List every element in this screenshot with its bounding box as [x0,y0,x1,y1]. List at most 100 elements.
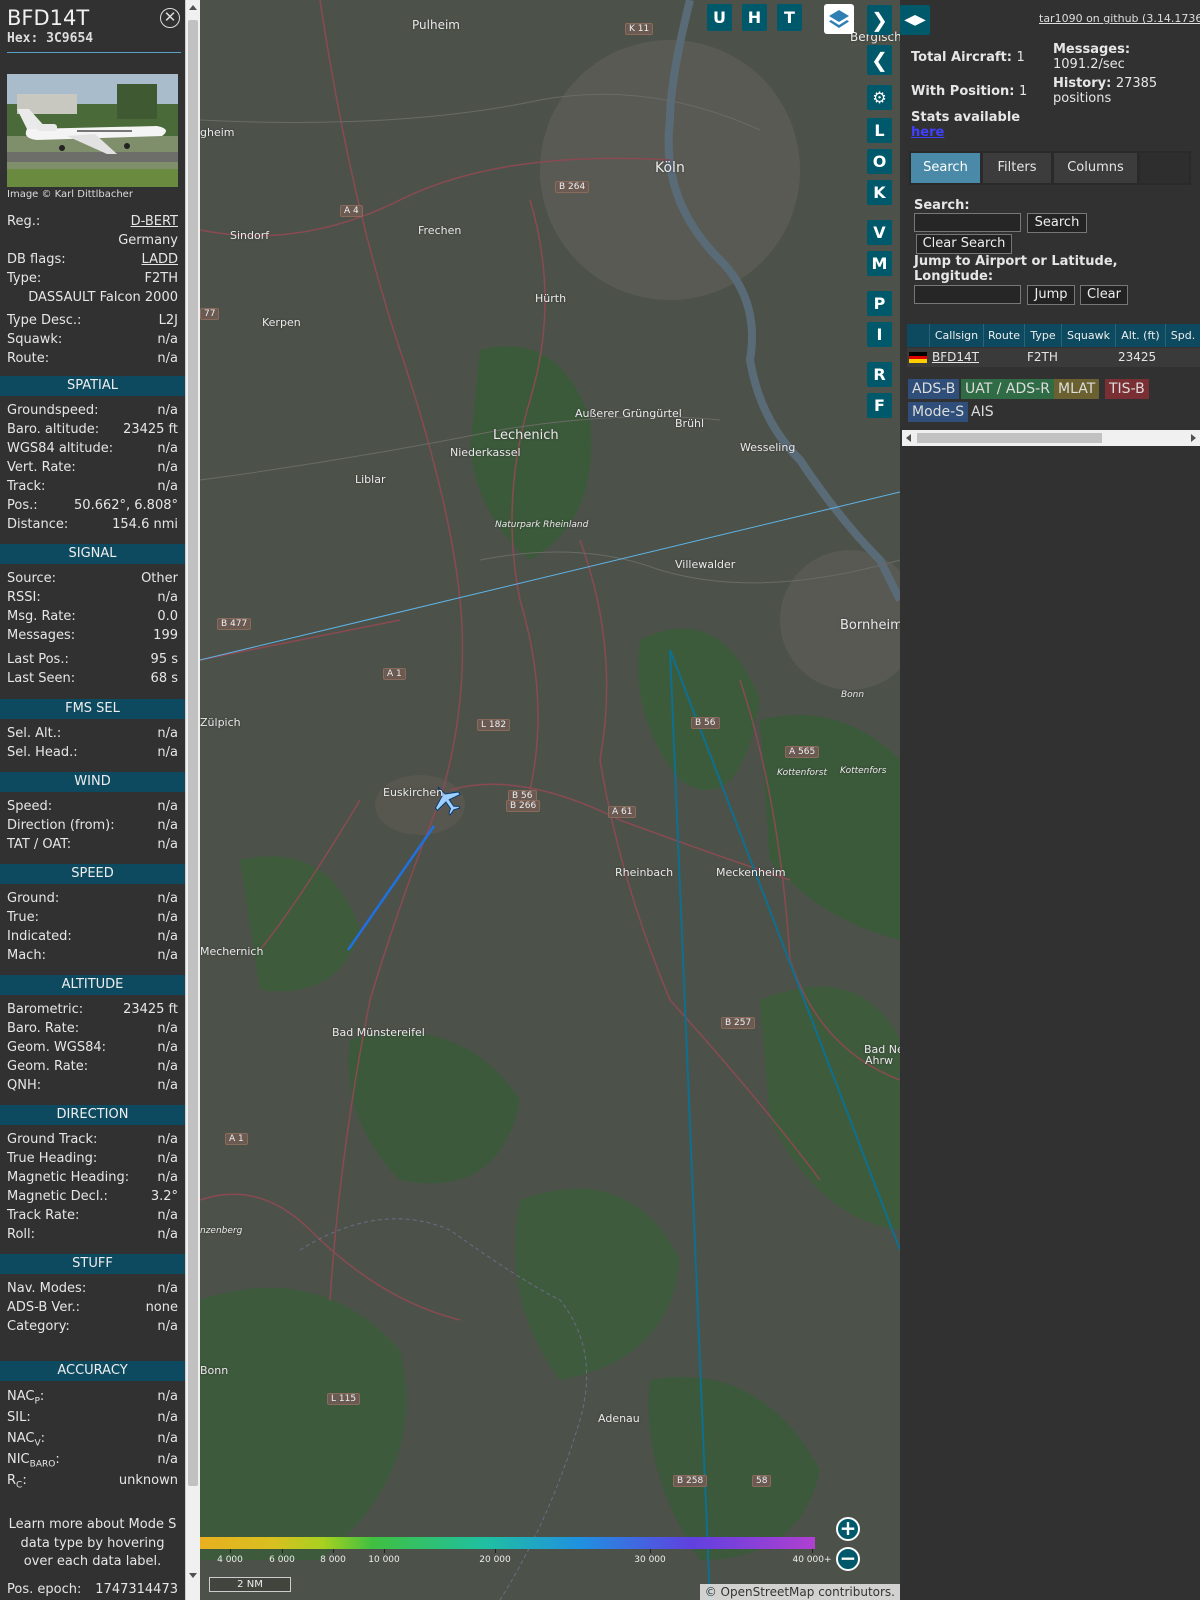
spatial-label[interactable]: Track: [7,479,45,497]
speed-row: True: n/a [7,910,178,928]
table-row[interactable]: BFD14T F2TH 23425 [907,348,1200,367]
signal-label[interactable]: Msg. Rate: [7,609,76,627]
speed-row: Mach: n/a [7,948,178,966]
clear-button[interactable]: Clear [1080,285,1128,305]
table-horizontal-scrollbar[interactable] [902,430,1200,446]
scroll-up-icon[interactable] [189,5,197,10]
map-view[interactable]: Pulheim Bergisch Köln Frechen Sindorf Kerpen H… [200,0,900,1600]
col-route[interactable]: Route [984,324,1025,347]
i-button[interactable]: I [867,322,892,347]
accuracy-label[interactable]: NICBARO: [7,1452,60,1470]
osm-link[interactable]: OpenStreetMap [721,1585,815,1599]
wind-label[interactable]: Speed: [7,799,52,817]
direction-label[interactable]: True Heading: [7,1151,97,1169]
tab-columns[interactable]: Columns [1054,153,1137,183]
speed-label[interactable]: Ground: [7,891,59,909]
speed-label[interactable]: Mach: [7,948,46,966]
spatial-label[interactable]: Distance: [7,517,68,535]
stuff-label[interactable]: Nav. Modes: [7,1281,86,1299]
accuracy-label[interactable]: NACV: [7,1431,45,1449]
h-button[interactable]: H [742,4,767,31]
label-subscript: V [34,1438,41,1449]
stuff-label[interactable]: Category: [7,1319,70,1337]
direction-label[interactable]: Magnetic Decl.: [7,1189,108,1207]
aircraft-table-header: Callsign Route Type Squawk Alt. (ft) Spd… [907,324,1200,347]
stuff-label[interactable]: ADS-B Ver.: [7,1300,80,1318]
m-button[interactable]: M [867,251,892,276]
speed-label[interactable]: True: [7,910,39,928]
zoom-in-button[interactable]: + [836,1517,860,1541]
github-link[interactable]: tar1090 on github (3.14.1736) [1039,12,1200,25]
signal-label[interactable]: Messages: [7,628,75,646]
direction-label[interactable]: Magnetic Heading: [7,1170,129,1188]
direction-label[interactable]: Ground Track: [7,1132,97,1150]
jump-input[interactable] [914,285,1021,304]
direction-label[interactable]: Roll: [7,1227,35,1245]
spatial-label[interactable]: Groundspeed: [7,403,98,421]
signal-label[interactable]: Last Pos.: [7,652,69,670]
info-panel-scrollbar[interactable] [185,0,200,1600]
r-button[interactable]: R [867,362,892,387]
clear-search-button[interactable]: Clear Search [916,234,1012,254]
u-button[interactable]: U [707,4,732,31]
speed-label[interactable]: Indicated: [7,929,72,947]
t-button[interactable]: T [777,4,802,31]
type-value: F2TH [144,271,178,286]
tab-filters[interactable]: Filters [983,153,1051,183]
altitude-label[interactable]: Geom. Rate: [7,1059,88,1077]
direction-label[interactable]: Track Rate: [7,1208,79,1226]
spatial-label[interactable]: Baro. altitude: [7,422,99,440]
spatial-label[interactable]: Pos.: [7,498,38,516]
wind-label[interactable]: Direction (from): [7,818,115,836]
search-button[interactable]: Search [1027,213,1087,233]
settings-gear-icon[interactable]: ⚙ [867,85,892,110]
chevron-right-icon[interactable]: ❯ [867,5,892,35]
spatial-label[interactable]: Vert. Rate: [7,460,76,478]
wind-label[interactable]: TAT / OAT: [7,837,71,855]
scroll-down-icon[interactable] [189,1573,197,1578]
col-callsign[interactable]: Callsign [930,324,984,347]
reg-link[interactable]: D-BERT [131,214,178,232]
layers-button[interactable] [824,4,854,34]
aircraft-photo[interactable] [7,74,178,187]
accuracy-label[interactable]: NACP: [7,1389,44,1407]
k-button[interactable]: K [867,180,892,205]
row-callsign[interactable]: BFD14T [930,348,984,367]
signal-label[interactable]: Last Seen: [7,671,75,689]
v-button[interactable]: V [867,220,892,245]
dbflags-link[interactable]: LADD [142,252,178,270]
o-button[interactable]: O [867,149,892,174]
l-button[interactable]: L [867,118,892,143]
col-flag[interactable] [907,324,930,347]
map-canvas[interactable] [200,0,900,1600]
hscroll-thumb[interactable] [917,433,1102,443]
jump-button[interactable]: Jump [1027,285,1075,305]
accuracy-label[interactable]: RC: [7,1473,27,1491]
altitude-label[interactable]: QNH: [7,1078,41,1096]
col-alt[interactable]: Alt. (ft) [1116,324,1166,347]
tab-search[interactable]: Search [911,153,980,183]
spatial-label[interactable]: WGS84 altitude: [7,441,113,459]
scroll-right-icon[interactable] [1191,434,1196,442]
fms-label[interactable]: Sel. Head.: [7,745,78,763]
signal-label[interactable]: Source: [7,571,56,589]
fms-label[interactable]: Sel. Alt.: [7,726,61,744]
search-input[interactable] [914,213,1021,232]
zoom-out-button[interactable]: − [836,1547,860,1571]
signal-label[interactable]: RSSI: [7,590,41,608]
scroll-left-icon[interactable] [906,434,911,442]
accuracy-label[interactable]: SIL: [7,1410,31,1428]
scroll-thumb[interactable] [188,20,198,1486]
col-spd[interactable]: Spd. [1166,324,1200,347]
chevron-left-icon[interactable]: ❮ [867,45,892,75]
stats-link[interactable]: here [911,125,944,140]
close-icon[interactable]: ✕ [160,8,180,28]
p-button[interactable]: P [867,291,892,316]
altitude-label[interactable]: Baro. Rate: [7,1021,79,1039]
altitude-label[interactable]: Barometric: [7,1002,83,1020]
f-button[interactable]: F [867,393,892,418]
altitude-label[interactable]: Geom. WGS84: [7,1040,106,1058]
expand-collapse-icon[interactable]: ◀▶ [900,5,930,35]
col-type[interactable]: Type [1025,324,1062,347]
col-squawk[interactable]: Squawk [1062,324,1116,347]
